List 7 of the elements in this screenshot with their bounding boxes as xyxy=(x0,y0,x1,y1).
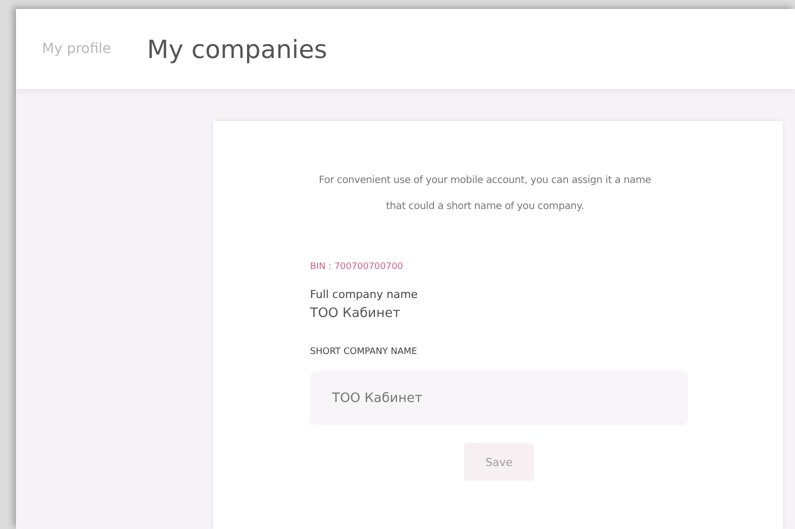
tab[interactable]: My companies xyxy=(147,34,328,64)
short-name-field[interactable]: ТОО Кабинет xyxy=(310,371,688,425)
bin-label: BIN : 700700700700 xyxy=(310,262,404,272)
company-name-text: ТОО Кабинет xyxy=(310,306,402,321)
description-text: For convenient use of your mobile account, you can assign it a name that could a short name of you company. xyxy=(318,174,652,214)
field-label: SHORT COMPANY NAME xyxy=(310,347,418,357)
field-label: Full company name xyxy=(310,288,419,301)
